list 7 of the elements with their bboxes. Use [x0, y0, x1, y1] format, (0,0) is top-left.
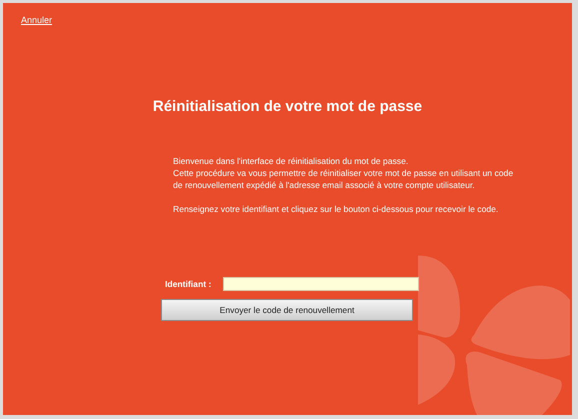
send-code-button[interactable]: Envoyer le code de renouvellement: [161, 299, 413, 321]
cancel-link[interactable]: Annuler: [21, 15, 52, 25]
instruction-text: Renseignez votre identifiant et cliquez sur le bouton ci-dessous pour recevoir le code.: [173, 203, 500, 215]
identifier-field[interactable]: [223, 277, 419, 291]
instruction-text: Bienvenue dans l'interface de réinitialisation du mot de passe. Cette procédure va vous permettre de réinitialiser votre mot de passe en utilisant un code de renouvellement expédié à l'adresse email associé à votre compte utilisateur.: [173, 155, 514, 191]
identifier-label: Identifiant :: [164, 279, 212, 289]
page-title: Réinitialisation de votre mot de passe: [152, 98, 424, 115]
